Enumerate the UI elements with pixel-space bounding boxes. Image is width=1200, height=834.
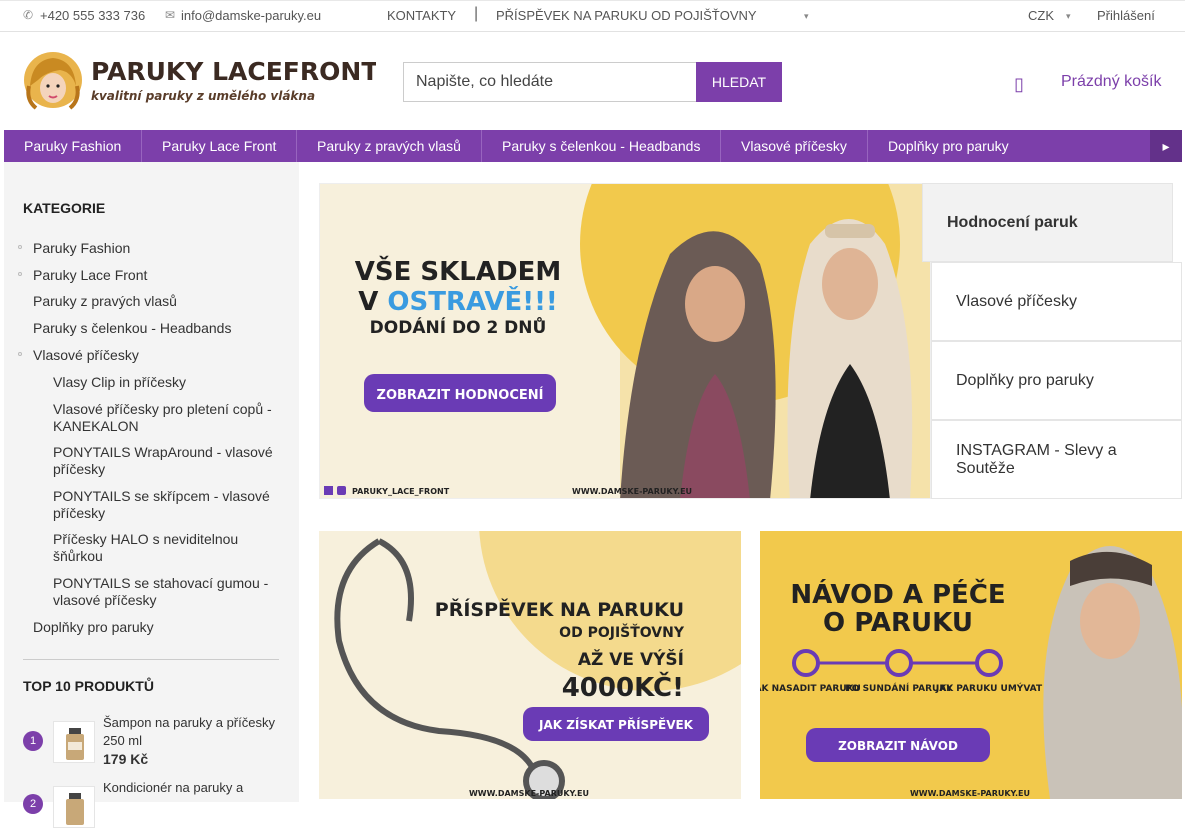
bullet-icon bbox=[18, 245, 22, 249]
logo[interactable]: PARUKY LACEFRONT kvalitní paruky z umělé… bbox=[24, 52, 376, 110]
link-contacts[interactable]: KONTAKTY bbox=[387, 8, 456, 23]
step-icon bbox=[792, 649, 820, 677]
cart-link[interactable]: Prázdný košík bbox=[1061, 73, 1161, 91]
chevron-down-icon[interactable]: ▾ bbox=[804, 11, 809, 22]
product-name[interactable]: Kondicionér na paruky a bbox=[103, 779, 288, 797]
phone-icon: ✆ bbox=[23, 8, 34, 22]
model-photo bbox=[1043, 546, 1182, 799]
care-line1: NÁVOD A PÉČE bbox=[790, 578, 1005, 610]
logo-icon bbox=[24, 52, 82, 110]
care-line2: O PARUKU bbox=[823, 608, 973, 638]
facebook-icon[interactable] bbox=[324, 486, 333, 495]
category-headbands[interactable]: Paruky s čelenkou - Headbands bbox=[33, 320, 231, 337]
nav-item-paruky-lace-front[interactable]: Paruky Lace Front bbox=[142, 130, 297, 162]
main-nav: Paruky Fashion Paruky Lace Front Paruky … bbox=[4, 130, 1182, 162]
insurance-line1: PŘÍSPĚVEK NA PARUKU bbox=[435, 598, 684, 621]
banner-url: WWW.DAMSKE-PARUKY.EU bbox=[572, 487, 692, 496]
subcategory-ponytails-wraparound[interactable]: PONYTAILS WrapAround - vlasové příčesky bbox=[53, 444, 278, 478]
header: PARUKY LACEFRONT kvalitní paruky z umělé… bbox=[0, 32, 1185, 130]
banner-line2: V OSTRAVĚ!!! bbox=[358, 285, 558, 317]
subcategory-kanekalon[interactable]: Vlasové příčesky pro pletení copů - KANE… bbox=[53, 401, 278, 435]
banner-line3: DODÁNÍ DO 2 DNŮ bbox=[370, 315, 547, 338]
category-paruky-fashion[interactable]: Paruky Fashion bbox=[33, 240, 130, 257]
product-thumbnail[interactable] bbox=[53, 721, 95, 763]
top-products-title: TOP 10 PRODUKTŮ bbox=[23, 678, 154, 694]
bullet-icon bbox=[18, 272, 22, 276]
category-doplnky[interactable]: Doplňky pro paruky bbox=[33, 619, 154, 636]
divider: | bbox=[474, 5, 479, 22]
nav-item-paruky-fashion[interactable]: Paruky Fashion bbox=[4, 130, 142, 162]
categories-title: KATEGORIE bbox=[23, 200, 106, 216]
nav-item-paruky-prave-vlasy[interactable]: Paruky z pravých vlasů bbox=[297, 130, 482, 162]
rank-badge: 2 bbox=[23, 794, 43, 814]
top-bar: ✆ +420 555 333 736 ✉ info@damske-paruky.… bbox=[0, 0, 1185, 32]
category-paruky-lace-front[interactable]: Paruky Lace Front bbox=[33, 267, 147, 284]
subcategory-halo[interactable]: Příčesky HALO s neviditelnou šňůrkou bbox=[53, 531, 278, 565]
nav-item-vlasove-pricesky[interactable]: Vlasové příčesky bbox=[721, 130, 868, 162]
nav-item-headbands[interactable]: Paruky s čelenkou - Headbands bbox=[482, 130, 721, 162]
subcategory-ponytails-guma[interactable]: PONYTAILS se stahovací gumou - vlasové p… bbox=[53, 575, 278, 609]
insurance-banner[interactable]: PŘÍSPĚVEK NA PARUKU OD POJIŠŤOVNY AŽ VE … bbox=[319, 531, 741, 799]
divider bbox=[23, 659, 279, 660]
insurance-line3: AŽ VE VÝŠÍ bbox=[578, 648, 684, 670]
care-url: WWW.DAMSKE-PARUKY.EU bbox=[910, 789, 1030, 798]
step-icon bbox=[975, 649, 1003, 677]
banner-button-label[interactable]: ZOBRAZIT HODNOCENÍ bbox=[377, 387, 544, 403]
step-label: JAK PARUKU UMÝVAT bbox=[935, 682, 1043, 694]
rank-badge: 1 bbox=[23, 731, 43, 751]
tab-vlasove-pricesky[interactable]: Vlasové příčesky bbox=[931, 262, 1182, 341]
sidebar: KATEGORIE Paruky Fashion Paruky Lace Fro… bbox=[4, 162, 299, 828]
product-price: 179 Kč bbox=[103, 751, 149, 767]
step-icon bbox=[885, 649, 913, 677]
product-name[interactable]: Šampon na paruky a příčesky 250 ml bbox=[103, 714, 288, 750]
currency-select[interactable]: CZK bbox=[1028, 8, 1054, 23]
chevron-down-icon[interactable]: ▾ bbox=[1066, 11, 1071, 22]
logo-subtitle: kvalitní paruky z umělého vlákna bbox=[91, 89, 315, 103]
search-input[interactable] bbox=[403, 62, 697, 102]
tab-hodnoceni-paruk[interactable]: Hodnocení paruk bbox=[922, 183, 1173, 262]
banner-social: PARUKY_LACE_FRONT bbox=[352, 487, 450, 496]
care-guide-banner[interactable]: NÁVOD A PÉČE O PARUKU JAK NASADIT PARUKU… bbox=[760, 531, 1182, 799]
nav-item-doplnky[interactable]: Doplňky pro paruky bbox=[868, 130, 1029, 162]
banner-tabs: Hodnocení paruk Vlasové příčesky Doplňky… bbox=[922, 183, 1182, 499]
phone-number[interactable]: +420 555 333 736 bbox=[40, 8, 145, 23]
tab-instagram[interactable]: INSTAGRAM - Slevy a Soutěže bbox=[931, 420, 1182, 499]
search-button[interactable]: HLEDAT bbox=[696, 62, 782, 102]
subcategory-ponytails-skripec[interactable]: PONYTAILS se skřípcem - vlasové příčesky bbox=[53, 488, 278, 522]
insurance-line2: OD POJIŠŤOVNY bbox=[559, 623, 685, 641]
login-link[interactable]: Přihlášení bbox=[1097, 8, 1155, 23]
insurance-line4: 4000KČ! bbox=[562, 671, 684, 703]
cart-icon[interactable]: ▯ bbox=[1014, 74, 1024, 95]
bullet-icon bbox=[18, 352, 22, 356]
link-insurance[interactable]: PŘÍSPĚVEK NA PARUKU OD POJIŠŤOVNY bbox=[496, 8, 757, 23]
mail-icon: ✉ bbox=[165, 8, 176, 22]
category-paruky-prave-vlasy[interactable]: Paruky z pravých vlasů bbox=[33, 293, 177, 310]
category-vlasove-pricesky[interactable]: Vlasové příčesky bbox=[33, 347, 139, 364]
email-link[interactable]: info@damske-paruky.eu bbox=[181, 8, 321, 23]
insurance-url: WWW.DAMSKE-PARUKY.EU bbox=[469, 789, 589, 798]
menu-more-icon[interactable]: ▸ bbox=[1150, 130, 1182, 162]
logo-title: PARUKY LACEFRONT bbox=[91, 57, 376, 86]
banner-line1: VŠE SKLADEM bbox=[355, 255, 561, 287]
subcategory-clip-in[interactable]: Vlasy Clip in příčesky bbox=[53, 374, 278, 391]
insurance-button-label[interactable]: JAK ZÍSKAT PŘÍSPĚVEK bbox=[538, 717, 694, 732]
hero-banner[interactable]: VŠE SKLADEM V OSTRAVĚ!!! DODÁNÍ DO 2 DNŮ… bbox=[319, 183, 931, 499]
instagram-icon[interactable] bbox=[337, 486, 346, 495]
tab-doplnky[interactable]: Doplňky pro paruky bbox=[931, 341, 1182, 420]
product-thumbnail[interactable] bbox=[53, 786, 95, 828]
care-button-label[interactable]: ZOBRAZIT NÁVOD bbox=[838, 738, 958, 753]
